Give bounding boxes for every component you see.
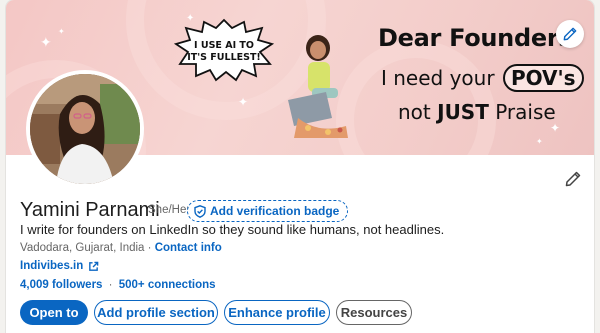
profile-card: ✦ ✦ ✦ ✦ ✦ ✦ I USE AI TO IT'S FULLEST! De… (6, 0, 594, 333)
banner-headline-highlight: POV's (502, 64, 584, 92)
banner-headline-2: I need your POV's (381, 64, 584, 92)
banner-headline-3: not JUST Praise (398, 100, 556, 124)
connections-link[interactable]: 500+ connections (119, 279, 216, 291)
location-separator: · (147, 242, 152, 254)
pencil-icon (565, 171, 581, 187)
profile-location-row: Vadodara, Gujarat, India · Contact info (20, 242, 222, 254)
open-to-button[interactable]: Open to (20, 300, 88, 325)
edit-profile-button[interactable] (562, 168, 584, 190)
pencil-icon (563, 27, 577, 41)
profile-location: Vadodara, Gujarat, India (20, 242, 145, 254)
banner-headline-3-suffix: Praise (495, 100, 556, 124)
banner-headline-3-bold: JUST (437, 100, 489, 124)
stats-separator: · (108, 279, 113, 291)
add-profile-section-button[interactable]: Add profile section (94, 300, 218, 325)
contact-info-link[interactable]: Contact info (155, 242, 222, 254)
verification-badge-label: Add verification badge (210, 204, 340, 218)
shield-check-icon (194, 204, 206, 218)
banner-headline-3-prefix: not (398, 100, 431, 124)
profile-avatar[interactable] (26, 70, 144, 188)
speech-line-1: I USE AI TO (194, 40, 254, 51)
sparkle-icon: ✦ (536, 137, 543, 146)
avatar-photo (30, 74, 140, 184)
sparkle-icon: ✦ (58, 27, 65, 36)
external-link-icon (89, 261, 99, 271)
banner-person-illustration (288, 35, 348, 138)
sparkle-icon: ✦ (238, 95, 249, 109)
speech-bubble: I USE AI TO IT'S FULLEST! (173, 18, 275, 82)
website-label: Indivibes.in (20, 260, 84, 272)
banner-headline-1: Dear Founders (378, 24, 573, 52)
profile-name: Yamini Parnami (20, 199, 160, 221)
banner-headline-2-prefix: I need your (381, 66, 495, 90)
profile-stats: 4,009 followers · 500+ connections (20, 279, 216, 291)
profile-website-link[interactable]: Indivibes.in (20, 260, 99, 272)
banner-swirl (336, 40, 496, 155)
sparkle-icon: ✦ (40, 35, 52, 51)
edit-banner-button[interactable] (556, 20, 584, 48)
profile-headline: I write for founders on LinkedIn so they… (20, 222, 445, 237)
profile-pronouns: She/Her (148, 204, 191, 216)
speech-bubble-text: I USE AI TO IT'S FULLEST! (174, 40, 274, 64)
add-verification-badge-button[interactable]: Add verification badge (187, 200, 349, 222)
followers-link[interactable]: 4,009 followers (20, 279, 102, 291)
resources-button[interactable]: Resources (336, 300, 412, 325)
speech-line-2: IT'S FULLEST! (187, 52, 261, 63)
enhance-profile-button[interactable]: Enhance profile (224, 300, 330, 325)
